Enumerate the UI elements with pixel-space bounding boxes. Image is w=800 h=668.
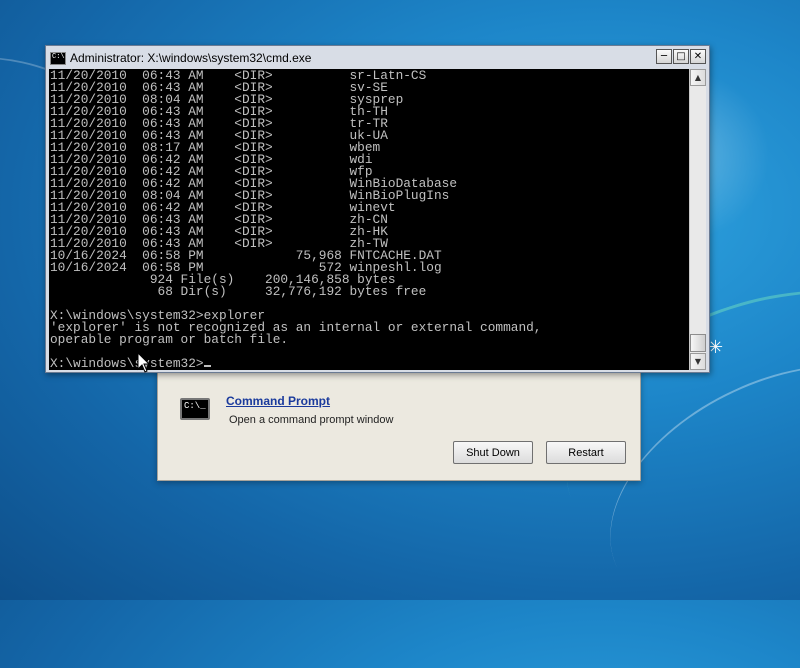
console-output[interactable]: 11/20/2010 06:43 AM <DIR> sr-Latn-CS 11/… <box>49 69 690 370</box>
scroll-up-arrow-icon[interactable]: ▲ <box>690 69 706 86</box>
wallpaper-sparkle-icon: ✳ <box>708 337 724 358</box>
window-controls: ─ □ ✕ <box>656 49 706 64</box>
cmd-window[interactable]: C:\ Administrator: X:\windows\system32\c… <box>45 45 710 373</box>
minimize-button[interactable]: ─ <box>656 49 672 64</box>
console-line: X:\windows\system32> <box>50 356 204 370</box>
maximize-button[interactable]: □ <box>673 49 689 64</box>
console-text: 11/20/2010 06:43 AM <DIR> sr-Latn-CS 11/… <box>49 69 690 370</box>
window-title: Administrator: X:\windows\system32\cmd.e… <box>70 51 312 65</box>
system-recovery-options-dialog: C:\_ Command Prompt Open a command promp… <box>157 368 641 481</box>
cmd-app-icon[interactable]: C:\ <box>50 51 66 65</box>
mouse-pointer-icon <box>137 352 151 373</box>
vertical-scrollbar[interactable]: ▲ ▼ <box>689 69 706 370</box>
shut-down-button[interactable]: Shut Down <box>453 441 533 464</box>
restart-button[interactable]: Restart <box>546 441 626 464</box>
console-line: operable program or batch file. <box>50 332 289 347</box>
close-button[interactable]: ✕ <box>690 49 706 64</box>
title-bar[interactable]: C:\ Administrator: X:\windows\system32\c… <box>48 48 707 68</box>
command-prompt-icon[interactable]: C:\_ <box>180 398 210 420</box>
command-prompt-link[interactable]: Command Prompt <box>226 394 330 408</box>
scrollbar-thumb[interactable] <box>690 334 706 352</box>
command-prompt-description: Open a command prompt window <box>229 414 394 426</box>
scroll-down-arrow-icon[interactable]: ▼ <box>690 353 706 370</box>
console-line: 68 Dir(s) 32,776,192 bytes free <box>50 284 427 299</box>
text-caret <box>203 365 211 367</box>
